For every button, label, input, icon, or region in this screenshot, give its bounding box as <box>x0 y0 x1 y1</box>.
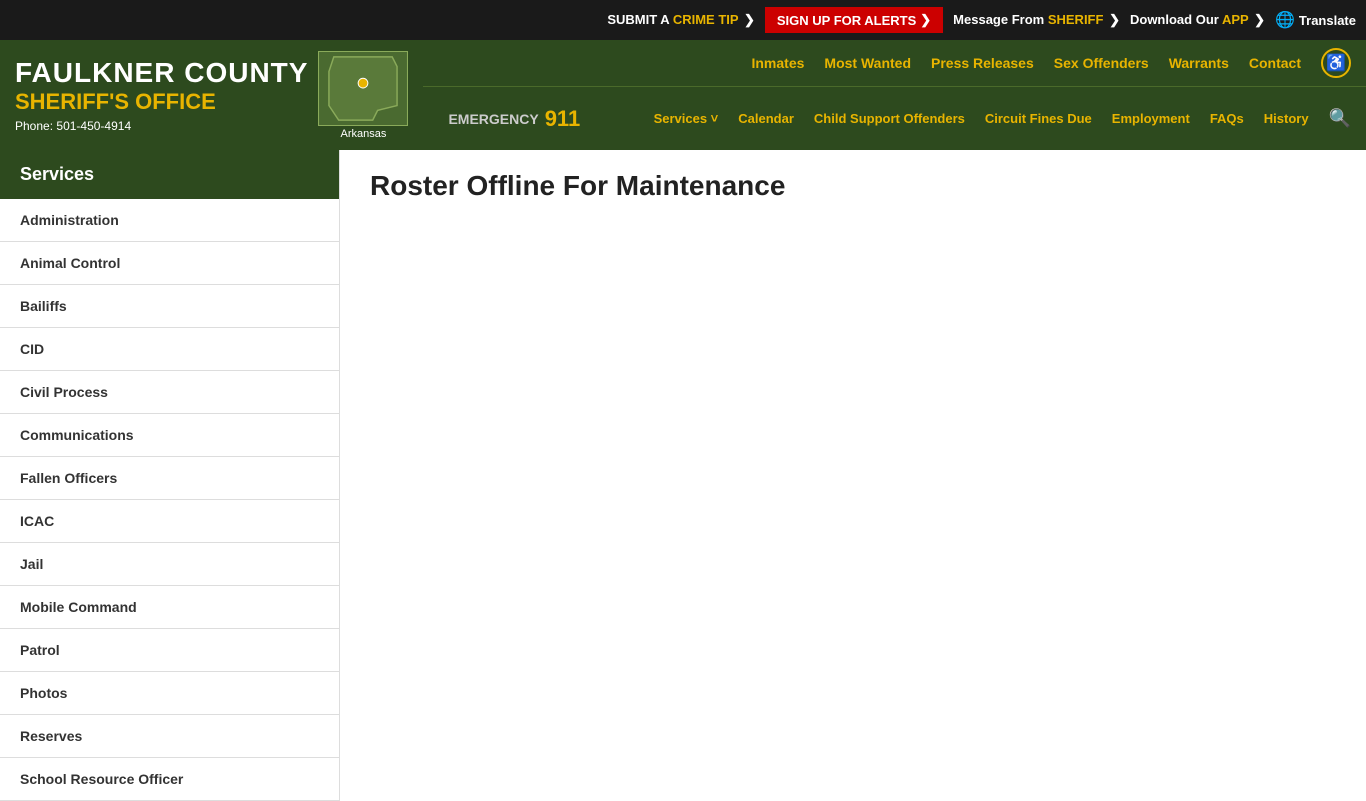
sidebar-item-photos[interactable]: Photos <box>0 672 339 715</box>
sidebar: Services Administration Animal Control B… <box>0 150 340 801</box>
state-label: Arkansas <box>341 128 387 140</box>
sidebar-item-icac[interactable]: ICAC <box>0 500 339 543</box>
office-name: SHERIFF'S OFFICE <box>15 89 308 115</box>
search-icon[interactable]: 🔍 <box>1329 108 1351 129</box>
sidebar-item-animal-control[interactable]: Animal Control <box>0 242 339 285</box>
nav-inmates[interactable]: Inmates <box>751 55 804 71</box>
sidebar-item-fallen-officers[interactable]: Fallen Officers <box>0 457 339 500</box>
alert-button[interactable]: SIGN UP FOR ALERTS ❯ <box>765 7 943 33</box>
nav-employment[interactable]: Employment <box>1112 111 1190 126</box>
county-name: FAULKNER COUNTY <box>15 57 308 89</box>
nav-history[interactable]: History <box>1264 111 1309 126</box>
sidebar-item-jail[interactable]: Jail <box>0 543 339 586</box>
sidebar-header: Services <box>0 150 339 199</box>
content-wrapper: Services Administration Animal Control B… <box>0 150 1366 801</box>
sidebar-item-administration[interactable]: Administration <box>0 199 339 242</box>
main-header: FAULKNER COUNTY SHERIFF'S OFFICE Phone: … <box>0 40 1366 150</box>
app-download[interactable]: Download Our APP ❯ <box>1130 12 1265 28</box>
page-title: Roster Offline For Maintenance <box>370 170 1336 202</box>
sheriff-message[interactable]: Message From SHERIFF ❯ <box>953 12 1120 28</box>
main-content: Roster Offline For Maintenance <box>340 150 1366 801</box>
nav-bottom: EMERGENCY 911 Services ˅ Calendar Child … <box>423 87 1366 150</box>
nav-faqs[interactable]: FAQs <box>1210 111 1244 126</box>
nav-services[interactable]: Services ˅ <box>654 111 719 126</box>
sidebar-item-school-resource-officer[interactable]: School Resource Officer <box>0 758 339 801</box>
logo-section: FAULKNER COUNTY SHERIFF'S OFFICE Phone: … <box>0 40 423 150</box>
top-bar: SUBMIT A CRIME TIP ❯ SIGN UP FOR ALERTS … <box>0 0 1366 40</box>
sidebar-item-mobile-command[interactable]: Mobile Command <box>0 586 339 629</box>
emergency-info: EMERGENCY 911 <box>448 106 580 132</box>
crime-tip-text[interactable]: SUBMIT A CRIME TIP ❯ <box>607 12 755 28</box>
sidebar-item-bailiffs[interactable]: Bailiffs <box>0 285 339 328</box>
sidebar-item-patrol[interactable]: Patrol <box>0 629 339 672</box>
sidebar-item-civil-process[interactable]: Civil Process <box>0 371 339 414</box>
nav-warrants[interactable]: Warrants <box>1169 55 1229 71</box>
nav-top: Inmates Most Wanted Press Releases Sex O… <box>423 40 1366 87</box>
nav-child-support[interactable]: Child Support Offenders <box>814 111 965 126</box>
arkansas-map <box>318 51 408 126</box>
nav-press-releases[interactable]: Press Releases <box>931 55 1034 71</box>
phone-number: Phone: 501-450-4914 <box>15 119 308 133</box>
map-container: Arkansas <box>318 51 408 140</box>
nav-circuit-fines[interactable]: Circuit Fines Due <box>985 111 1092 126</box>
nav-calendar[interactable]: Calendar <box>738 111 794 126</box>
sidebar-item-reserves[interactable]: Reserves <box>0 715 339 758</box>
nav-right: Inmates Most Wanted Press Releases Sex O… <box>423 40 1366 150</box>
accessibility-icon[interactable]: ♿ <box>1321 48 1351 78</box>
nav-sex-offenders[interactable]: Sex Offenders <box>1054 55 1149 71</box>
logo-text: FAULKNER COUNTY SHERIFF'S OFFICE Phone: … <box>15 57 308 133</box>
sidebar-item-communications[interactable]: Communications <box>0 414 339 457</box>
translate-button[interactable]: 🌐 Translate <box>1275 10 1356 30</box>
nav-most-wanted[interactable]: Most Wanted <box>824 55 911 71</box>
sidebar-item-cid[interactable]: CID <box>0 328 339 371</box>
nav-contact[interactable]: Contact <box>1249 55 1301 71</box>
